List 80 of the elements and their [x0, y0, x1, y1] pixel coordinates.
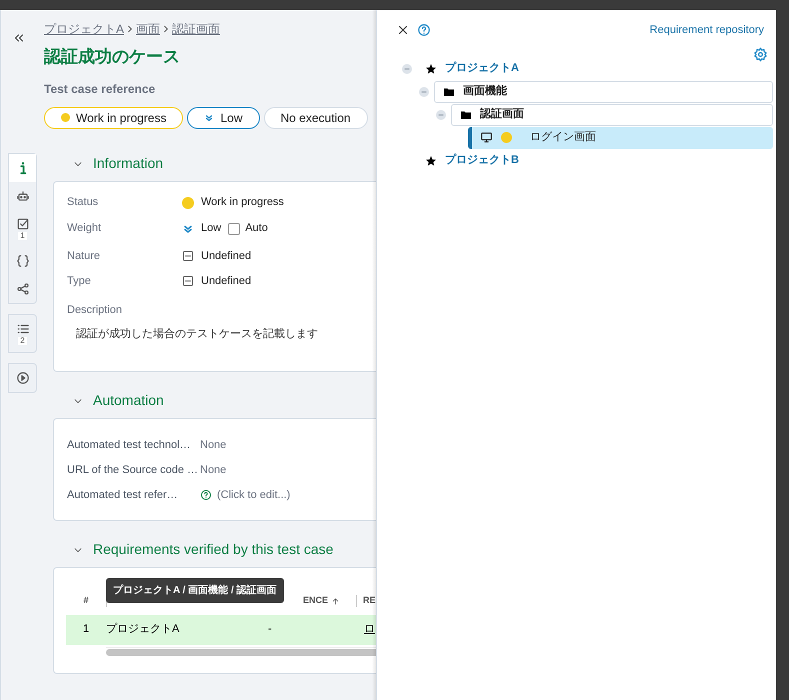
chevron-right-icon — [126, 25, 134, 33]
reference-label: Test case reference — [44, 80, 156, 98]
play-icon — [16, 370, 30, 384]
section-header[interactable]: Requirements verified by this test case — [73, 539, 334, 560]
chevron-right-icon — [162, 25, 170, 33]
settings-button[interactable] — [753, 46, 768, 62]
tree-node[interactable]: プロジェクトB — [417, 150, 773, 172]
table-row[interactable]: 1 プロジェクトA - ロ — [66, 614, 376, 644]
panel-title-link[interactable]: Requirement repository — [650, 22, 764, 38]
share-icon — [16, 282, 30, 296]
expand-toggle[interactable] — [419, 86, 429, 96]
collapse-button[interactable] — [13, 32, 25, 44]
chip-label: Low — [220, 110, 242, 126]
star-icon — [425, 62, 437, 74]
description-text: 認証が成功した場合のテストケースを記載します — [75, 327, 319, 342]
field-value[interactable]: (Click to edit...) — [217, 486, 290, 504]
section-header[interactable]: Information — [73, 153, 164, 174]
settings-icon — [753, 46, 768, 62]
double-chevron-icon — [204, 112, 214, 122]
breadcrumb-link[interactable]: プロジェクトA — [44, 20, 124, 38]
horizontal-scrollbar[interactable] — [106, 648, 376, 656]
expand-toggle[interactable] — [436, 110, 446, 120]
field-label: Automated test technol… — [67, 438, 192, 453]
robot-icon — [16, 188, 30, 202]
folder-icon — [443, 86, 455, 98]
field-value: None — [200, 462, 226, 478]
chip-label: Work in progress — [76, 110, 166, 126]
tree-node[interactable]: プロジェクトA — [417, 58, 773, 80]
sort-arrow-icon — [331, 596, 340, 606]
chip-label: No execution — [280, 110, 351, 126]
table-cell[interactable]: ロ — [364, 623, 375, 636]
status-chip[interactable]: Low — [187, 106, 260, 128]
checkbox-label: Auto — [245, 221, 268, 236]
star-icon — [425, 154, 437, 166]
field-label: Automated test refer… — [67, 488, 179, 503]
table-cell: プロジェクトA — [106, 623, 180, 636]
breadcrumb-link[interactable]: 認証画面 — [172, 20, 220, 38]
field-label: Nature — [67, 248, 102, 264]
minus-box-icon — [182, 250, 194, 262]
field-label: URL of the Source code … — [67, 462, 200, 478]
close-icon — [397, 24, 409, 36]
table-cell: - — [268, 623, 272, 636]
monitor-icon — [480, 131, 493, 144]
field-label: Status — [67, 195, 100, 210]
breadcrumb-link[interactable]: 画面 — [136, 20, 160, 38]
side-tab[interactable]: 1 — [9, 210, 36, 246]
tree-node[interactable]: ログイン画面 — [468, 126, 773, 148]
close-button[interactable] — [397, 24, 409, 36]
tooltip: プロジェクトA / 画面機能 / 認証画面 — [106, 578, 284, 602]
page-title: 認証成功のケース — [44, 46, 181, 68]
collapse-icon — [13, 32, 25, 44]
field-value: Low — [201, 221, 222, 236]
section-header[interactable]: Automation — [73, 390, 164, 411]
field-label: Weight — [67, 221, 102, 236]
field-value: Work in progress — [201, 195, 284, 210]
column-header[interactable]: ENCE — [302, 594, 328, 608]
status-chip[interactable]: No execution — [264, 106, 368, 128]
help-icon — [417, 23, 431, 38]
checkbox-icon — [16, 216, 30, 230]
braces-icon — [16, 254, 30, 268]
field-value: None — [200, 438, 226, 453]
tab-count: 2 — [18, 336, 27, 344]
column-header[interactable]: RE — [363, 594, 376, 608]
side-tab[interactable] — [9, 154, 36, 182]
field-label: Description — [67, 302, 124, 318]
field-value: Undefined — [201, 248, 252, 264]
field-value: Undefined — [201, 274, 252, 289]
status-chip[interactable]: Work in progress — [44, 106, 184, 128]
column-header[interactable]: # — [83, 594, 88, 608]
tree-node[interactable]: 画面機能 — [434, 80, 773, 102]
help-button[interactable] — [417, 23, 431, 38]
folder-icon — [460, 108, 472, 120]
side-tab[interactable]: 2 — [9, 314, 36, 352]
expand-toggle[interactable] — [402, 64, 412, 74]
checkbox[interactable] — [228, 222, 240, 234]
minus-box-icon — [182, 275, 194, 287]
table-cell: 1 — [82, 623, 90, 636]
tab-count: 1 — [18, 232, 27, 240]
tree-node[interactable]: 認証画面 — [451, 104, 773, 126]
field-label: Type — [67, 274, 92, 289]
